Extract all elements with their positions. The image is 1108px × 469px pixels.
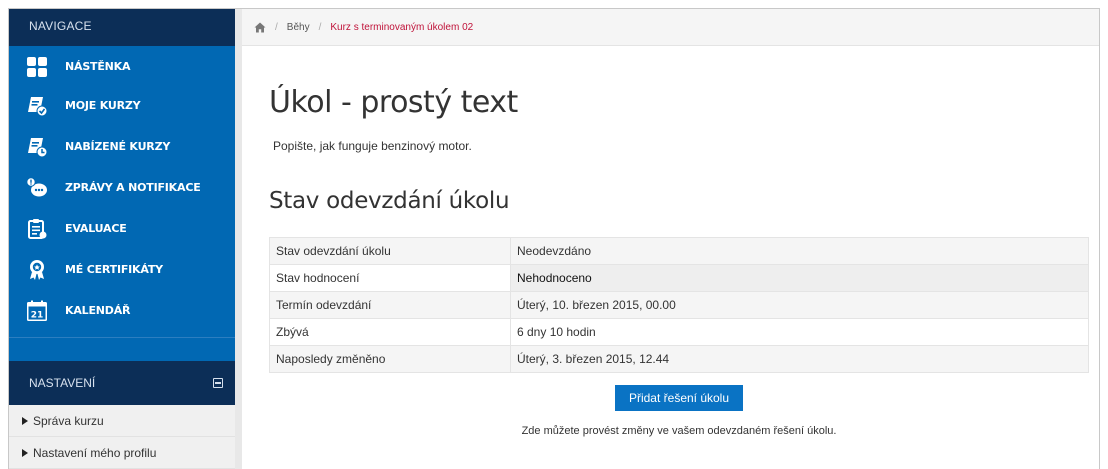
settings-list: Správa kurzu Nastavení mého profilu <box>9 405 235 469</box>
calendar-icon: 21 <box>26 300 48 322</box>
status-section-title: Stav odevzdání úkolu <box>269 188 510 214</box>
navigation-header: NAVIGACE <box>9 9 235 46</box>
nav-item-label: ZPRÁVY A NOTIFIKACE <box>65 181 201 194</box>
submission-hint: Zde můžete provést změny ve vašem odevzd… <box>521 425 837 437</box>
nav-item-label: KALENDÁŘ <box>65 304 131 317</box>
main-content: / Běhy / Kurz s terminovaným úkolem 02 Ú… <box>242 9 1099 469</box>
status-value: Úterý, 3. březen 2015, 12.44 <box>510 345 1089 373</box>
nav-item-calendar[interactable]: 21 KALENDÁŘ <box>9 290 235 331</box>
page-title: Úkol - prostý text <box>269 85 518 120</box>
settings-item-label: Nastavení mého profilu <box>33 445 157 460</box>
nav-item-messages[interactable]: ZPRÁVY A NOTIFIKACE <box>9 167 235 208</box>
status-key: Stav hodnocení <box>269 264 511 292</box>
status-key: Stav odevzdání úkolu <box>269 237 511 265</box>
navigation-header-label: NAVIGACE <box>29 19 92 33</box>
navigation-list: NÁSTĚNKA MOJE KURZY NABÍZENÉ KURZY ZPRÁV… <box>9 46 235 337</box>
breadcrumb-item-runs[interactable]: Běhy <box>287 22 310 33</box>
status-key: Termín odevzdání <box>269 291 511 319</box>
settings-item-profile[interactable]: Nastavení mého profilu <box>9 437 235 469</box>
certificate-icon <box>26 259 48 281</box>
nav-item-label: NÁSTĚNKA <box>65 60 131 73</box>
home-icon[interactable] <box>254 22 266 33</box>
settings-item-label: Správa kurzu <box>33 413 104 428</box>
table-row: Naposledy změněno Úterý, 3. březen 2015,… <box>269 345 1089 373</box>
assignment-description: Popište, jak funguje benzinový motor. <box>273 139 472 153</box>
status-key: Naposledy změněno <box>269 345 511 373</box>
settings-header: NASTAVENÍ <box>9 361 235 405</box>
breadcrumb-item-course[interactable]: Kurz s terminovaným úkolem 02 <box>330 22 473 33</box>
nav-item-certificates[interactable]: MÉ CERTIFIKÁTY <box>9 249 235 290</box>
app-frame: NAVIGACE NÁSTĚNKA MOJE KURZY NABÍZENÉ KU… <box>8 8 1100 469</box>
table-row: Stav hodnocení Nehodnoceno <box>269 264 1089 292</box>
submission-actions: Přidat řešení úkolu <box>269 385 1089 411</box>
status-value: Úterý, 10. březen 2015, 00.00 <box>510 291 1089 319</box>
evaluation-icon <box>26 218 48 240</box>
navigation-footer-strip <box>9 337 235 361</box>
submission-status-table: Stav odevzdání úkolu Neodevzdáno Stav ho… <box>269 237 1089 373</box>
add-submission-button[interactable]: Přidat řešení úkolu <box>614 385 744 411</box>
nav-item-evaluation[interactable]: EVALUACE <box>9 208 235 249</box>
table-row: Stav odevzdání úkolu Neodevzdáno <box>269 237 1089 265</box>
sidebar: NAVIGACE NÁSTĚNKA MOJE KURZY NABÍZENÉ KU… <box>9 9 235 469</box>
my-courses-icon <box>26 95 48 117</box>
nav-item-label: EVALUACE <box>65 222 127 235</box>
assignment-content: Úkol - prostý text Popište, jak funguje … <box>242 85 1099 437</box>
nav-item-label: MÉ CERTIFIKÁTY <box>65 263 163 276</box>
caret-right-icon <box>22 416 28 425</box>
calendar-day: 21 <box>31 310 44 320</box>
settings-header-label: NASTAVENÍ <box>29 376 96 390</box>
status-value: Neodevzdáno <box>510 237 1089 265</box>
breadcrumb-separator: / <box>275 21 278 33</box>
table-row: Zbývá 6 dny 10 hodin <box>269 318 1089 346</box>
collapse-icon[interactable] <box>213 378 223 388</box>
settings-item-course-admin[interactable]: Správa kurzu <box>9 405 235 437</box>
nav-item-dashboard[interactable]: NÁSTĚNKA <box>9 48 235 85</box>
table-row: Termín odevzdání Úterý, 10. březen 2015,… <box>269 291 1089 319</box>
sidebar-divider <box>235 9 242 469</box>
status-value: 6 dny 10 hodin <box>510 318 1089 346</box>
status-key: Zbývá <box>269 318 511 346</box>
caret-right-icon <box>22 448 28 457</box>
nav-item-my-courses[interactable]: MOJE KURZY <box>9 85 235 126</box>
nav-item-label: MOJE KURZY <box>65 99 141 112</box>
status-value: Nehodnoceno <box>510 264 1089 292</box>
breadcrumb: / Běhy / Kurz s terminovaným úkolem 02 <box>242 9 1099 46</box>
messages-icon <box>26 176 48 199</box>
nav-item-label: NABÍZENÉ KURZY <box>65 140 171 153</box>
nav-item-offered-courses[interactable]: NABÍZENÉ KURZY <box>9 126 235 167</box>
offered-courses-icon <box>26 136 48 158</box>
dashboard-icon <box>26 56 48 78</box>
breadcrumb-separator: / <box>318 21 322 33</box>
